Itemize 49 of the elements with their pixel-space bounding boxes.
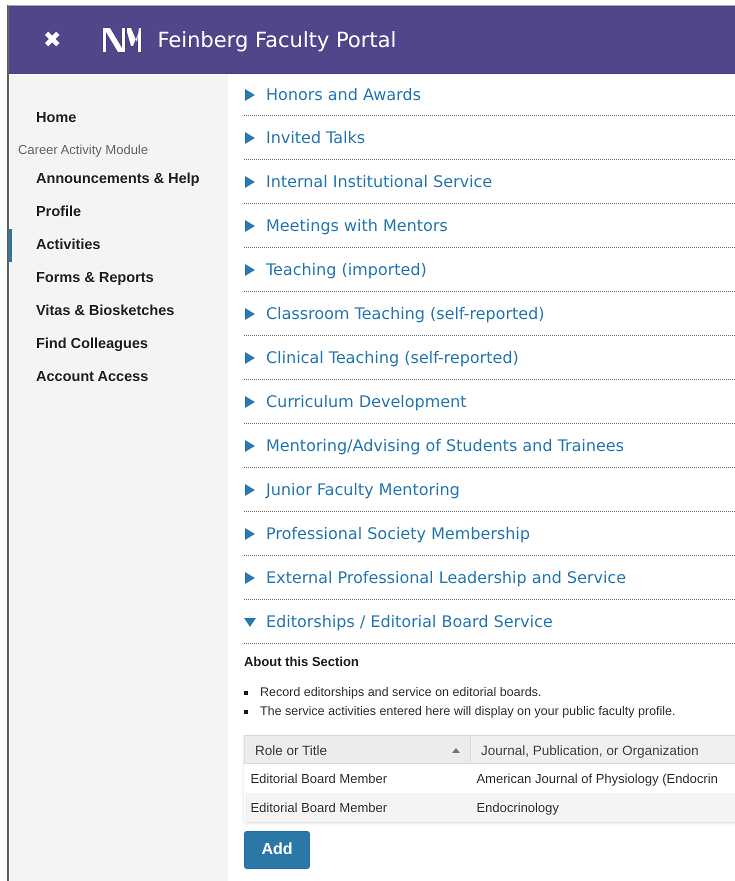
section-header[interactable]: Junior Faculty Mentoring <box>244 468 735 512</box>
caret-down-icon <box>244 616 256 628</box>
sort-up-icon <box>452 748 460 753</box>
portal-title: Feinberg Faculty Portal <box>157 28 396 52</box>
sidebar-item[interactable]: Find Colleagues <box>9 328 228 361</box>
section-header[interactable]: External Professional Leadership and Service <box>244 556 735 600</box>
section-header[interactable]: Internal Institutional Service <box>244 160 735 204</box>
caret-right-icon <box>244 572 256 584</box>
caret-right-icon <box>244 88 256 100</box>
section-header[interactable]: Honors and Awards <box>244 74 735 116</box>
bullet-text: The service activities entered here will display on your public faculty profile. <box>244 702 735 721</box>
caret-right-icon <box>244 440 256 452</box>
section-header[interactable]: Classroom Teaching (self-reported) <box>244 292 735 336</box>
sidebar-item[interactable]: Announcements & Help <box>9 163 228 196</box>
caret-right-icon <box>244 396 256 408</box>
section-header[interactable]: Professional Society Membership <box>244 512 735 556</box>
column-header[interactable]: Journal, Publication, or Organization <box>470 736 735 764</box>
column-header[interactable]: Role or Title <box>244 736 470 764</box>
caret-right-icon <box>244 308 256 320</box>
sidebar-item[interactable]: Vitas & Biosketches <box>9 295 228 328</box>
section-header[interactable]: Curriculum Development <box>244 380 735 424</box>
section-header[interactable]: Invited Talks <box>244 116 735 160</box>
table-cell: Editorial Board Member <box>244 764 470 793</box>
caret-right-icon <box>244 264 256 276</box>
section-header[interactable]: Mentoring/Advising of Students and Trainees <box>244 424 735 468</box>
caret-right-icon <box>244 220 256 232</box>
caret-right-icon <box>244 132 256 144</box>
caret-right-icon <box>244 528 256 540</box>
section-header[interactable]: Editorships / Editorial Board Service <box>244 600 735 644</box>
add-button[interactable]: Add <box>244 831 310 869</box>
sidebar-heading: Career Activity Module <box>17 141 150 159</box>
bullet-text: Record editorships and service on editorial boards. <box>244 683 735 702</box>
sidebar-item[interactable]: Home <box>9 102 228 134</box>
section-header[interactable]: Clinical Teaching (self-reported) <box>244 336 735 380</box>
section-header[interactable]: Teaching (imported) <box>244 248 735 292</box>
logo-icon <box>101 26 142 54</box>
table-cell: Endocrinology <box>470 793 735 822</box>
section-header[interactable]: Meetings with Mentors <box>244 204 735 248</box>
caret-right-icon <box>244 484 256 496</box>
sidebar-item[interactable]: Forms & Reports <box>9 262 228 295</box>
caret-right-icon <box>244 176 256 188</box>
sidebar-item[interactable]: Account Access <box>9 361 228 394</box>
table-cell: Editorial Board Member <box>244 793 470 822</box>
close-button[interactable]: ✖ <box>39 28 66 52</box>
caret-right-icon <box>244 352 256 364</box>
table-cell: American Journal of Physiology (Endocrin <box>470 764 735 793</box>
sidebar-item[interactable]: Activities <box>9 229 228 262</box>
sidebar-item[interactable]: Profile <box>9 196 228 229</box>
about-heading: About this Section <box>244 654 360 669</box>
